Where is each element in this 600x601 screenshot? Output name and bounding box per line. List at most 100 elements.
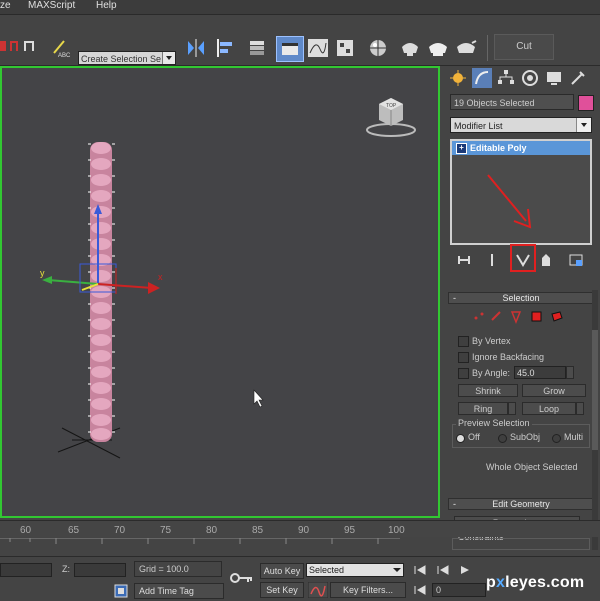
align-icon[interactable] — [214, 37, 238, 59]
preview-subobj-label: SubObj — [510, 432, 541, 442]
selection-rollout: - Selection By Vertex Ignore Backfacing B… — [448, 292, 594, 498]
play-icon[interactable] — [456, 563, 472, 577]
chevron-down-icon — [576, 118, 591, 132]
grow-button[interactable]: Grow — [522, 384, 586, 397]
show-end-result-icon[interactable] — [484, 252, 500, 268]
object-color-swatch[interactable] — [578, 95, 594, 111]
key-mode-dropdown[interactable]: Selected — [306, 563, 404, 577]
current-frame-value: 0 — [436, 585, 442, 595]
angle-spinner[interactable] — [566, 366, 574, 379]
modifier-stack[interactable]: + Editable Poly — [450, 139, 592, 245]
preview-multi-radio[interactable] — [552, 434, 561, 443]
ribbon-icon — [282, 43, 298, 55]
preview-off-radio[interactable] — [456, 434, 465, 443]
expand-icon[interactable]: + — [456, 143, 467, 154]
modifier-list-dropdown[interactable]: Modifier List — [450, 117, 592, 133]
timeline-tick: 60 — [20, 525, 32, 536]
menu-bar: ze MAXScript Help — [0, 0, 600, 15]
track-bar[interactable]: 60 65 70 75 80 85 90 95 100 — [0, 520, 600, 537]
configure-modifier-sets-icon[interactable] — [568, 252, 584, 268]
key-filters-button[interactable]: Key Filters... — [330, 582, 406, 598]
schematic-view-icon[interactable] — [334, 37, 356, 59]
mirror-icon[interactable] — [184, 37, 208, 59]
grid-value: Grid = 100.0 — [139, 564, 189, 574]
command-panel: 19 Objects Selected Modifier List + Edit… — [444, 66, 600, 556]
rendered-frame-window-icon[interactable] — [426, 37, 450, 59]
loop-button[interactable]: Loop — [522, 402, 576, 415]
display-tab-icon[interactable] — [544, 68, 564, 88]
add-time-tag-button[interactable]: Add Time Tag — [134, 583, 224, 599]
cut-button[interactable]: Cut — [494, 34, 554, 60]
add-time-tag-icon[interactable] — [114, 584, 130, 598]
viewcube[interactable]: TOP — [362, 94, 420, 138]
x-coordinate-field[interactable] — [0, 563, 52, 577]
by-angle-checkbox[interactable] — [458, 368, 469, 379]
chevron-down-icon — [162, 52, 175, 64]
create-tab-icon[interactable] — [448, 68, 468, 88]
shrink-button[interactable]: Shrink — [458, 384, 518, 397]
grid-display: Grid = 100.0 — [134, 561, 222, 577]
timeline-tick: 95 — [344, 525, 356, 536]
selection-rollout-header[interactable]: - Selection — [448, 292, 594, 304]
loop-spinner[interactable] — [576, 402, 584, 415]
preview-subobj-radio[interactable] — [498, 434, 507, 443]
make-unique-icon[interactable] — [515, 252, 531, 268]
link-unlink-icons[interactable] — [0, 35, 48, 57]
pin-stack-icon[interactable] — [456, 252, 472, 268]
constraints-group — [452, 538, 590, 550]
menu-item-help[interactable]: Help — [96, 0, 117, 11]
preview-off-label: Off — [468, 432, 480, 442]
graphite-tools-toggle[interactable] — [276, 36, 304, 62]
timeline-tick: 100 — [388, 525, 405, 536]
viewcube-label: TOP — [386, 103, 397, 109]
subobject-level-icons[interactable] — [470, 308, 570, 326]
set-keys-icon[interactable] — [308, 582, 328, 598]
timeline-tick: 90 — [298, 525, 310, 536]
preview-selection-label: Preview Selection — [456, 418, 532, 428]
by-vertex-checkbox[interactable] — [458, 336, 469, 347]
previous-frame-icon[interactable] — [434, 563, 450, 577]
set-key-button[interactable]: Set Key — [260, 582, 304, 598]
timeline-ruler[interactable] — [0, 538, 400, 554]
svg-text:ABC: ABC — [58, 53, 71, 59]
stack-item-editable-poly[interactable]: + Editable Poly — [452, 141, 590, 155]
menu-item-customize[interactable]: ze — [0, 0, 11, 11]
utilities-tab-icon[interactable] — [568, 68, 588, 88]
select-by-name-icon[interactable]: ABC — [50, 37, 72, 59]
current-frame-field[interactable]: 0 — [432, 583, 486, 597]
timeline-tick: 85 — [252, 525, 264, 536]
scrollbar-thumb[interactable] — [592, 330, 598, 450]
render-setup-icon[interactable] — [398, 37, 422, 59]
timeline-tick: 65 — [68, 525, 80, 536]
curve-editor-icon[interactable] — [306, 37, 330, 59]
named-selection-set-dropdown[interactable]: Create Selection Se — [78, 51, 176, 65]
render-production-icon[interactable] — [454, 37, 478, 59]
motion-tab-icon[interactable] — [520, 68, 540, 88]
hierarchy-tab-icon[interactable] — [496, 68, 516, 88]
command-panel-scrollbar[interactable] — [592, 290, 598, 550]
timeline-tick: 70 — [114, 525, 126, 536]
watermark-logo: pxleyes.com — [486, 574, 585, 591]
key-mode-toggle-icon[interactable] — [412, 583, 428, 597]
perspective-viewport[interactable]: y x TOP — [0, 66, 440, 518]
ignore-backfacing-checkbox[interactable] — [458, 352, 469, 363]
main-toolbar: ABC Create Selection Se Cut — [0, 15, 600, 66]
modify-tab-icon[interactable] — [472, 68, 492, 88]
layer-manager-icon[interactable] — [246, 37, 268, 59]
axis-label-x: x — [158, 272, 163, 282]
go-to-start-icon[interactable] — [412, 563, 428, 577]
ring-spinner[interactable] — [508, 402, 516, 415]
z-coordinate-field[interactable] — [74, 563, 126, 577]
auto-key-button[interactable]: Auto Key — [260, 563, 304, 579]
key-icon[interactable] — [230, 571, 254, 585]
by-angle-label: By Angle: — [472, 368, 511, 378]
preview-multi-label: Multi — [564, 432, 584, 442]
object-name-field[interactable]: 19 Objects Selected — [450, 94, 574, 110]
angle-threshold-input[interactable]: 45.0 — [514, 366, 566, 379]
axis-label-y: y — [40, 268, 45, 278]
menu-item-maxscript[interactable]: MAXScript — [28, 0, 75, 11]
edit-geometry-rollout-header[interactable]: - Edit Geometry — [448, 498, 594, 510]
remove-modifier-icon[interactable] — [538, 252, 554, 268]
ring-button[interactable]: Ring — [458, 402, 508, 415]
material-editor-icon[interactable] — [366, 37, 390, 59]
